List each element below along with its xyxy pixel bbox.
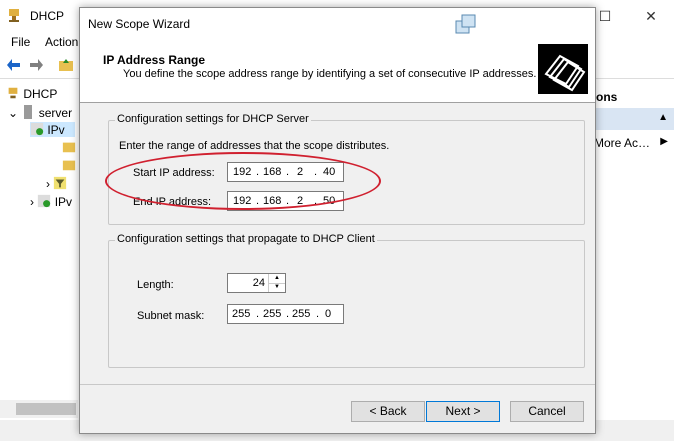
folder-icon[interactable] — [62, 140, 76, 154]
tree-label-server: server — [38, 106, 73, 120]
next-button[interactable]: Next > — [426, 401, 500, 422]
server-group-legend: Configuration settings for DHCP Server — [115, 113, 311, 125]
range-instruction: Enter the range of addresses that the sc… — [119, 140, 390, 152]
start-ip-octet-3: 2 — [297, 166, 304, 178]
back-button[interactable]: < Back — [351, 401, 425, 422]
start-ip-octet-2: 168 — [263, 166, 282, 178]
ipv6-node-icon — [38, 194, 51, 208]
more-actions-label: More Ac… — [594, 136, 651, 150]
dot: . — [314, 195, 318, 207]
cancel-button[interactable]: Cancel — [510, 401, 584, 422]
end-ip-octet-4: 50 — [323, 195, 336, 207]
dhcp-window-title: DHCP — [30, 9, 65, 23]
ipv4-node-icon — [30, 122, 44, 136]
length-value: 24 — [252, 277, 265, 289]
page-subtitle: You define the scope address range by id… — [123, 68, 537, 80]
page-title: IP Address Range — [103, 53, 206, 67]
dot: . — [256, 308, 260, 320]
console-tree: DHCP ⌄ server IPv › › IPv — [0, 80, 78, 410]
tree-item-ipv4[interactable]: IPv — [30, 122, 75, 137]
start-ip-octet-4: 40 — [323, 166, 336, 178]
chevron-down-icon[interactable]: ⌄ — [8, 106, 18, 120]
mask-octet-2: 255 — [263, 308, 282, 320]
client-settings-group: Configuration settings that propagate to… — [108, 233, 585, 368]
actions-pane-header: ons — [596, 90, 618, 104]
server-icon — [24, 105, 33, 119]
tree-item-scope[interactable]: › — [46, 176, 67, 191]
actions-pane-selected-item[interactable]: ▲ — [594, 108, 674, 130]
length-label: Length: — [137, 279, 174, 291]
menu-action[interactable]: Action — [45, 35, 78, 49]
wizard-header: IP Address Range You define the scope ad… — [80, 39, 595, 103]
footer-divider — [80, 384, 595, 385]
end-ip-octet-1: 192 — [233, 195, 252, 207]
end-ip-label: End IP address: — [133, 196, 212, 208]
start-ip-octet-1: 192 — [233, 166, 252, 178]
length-spin-buttons: ▲ ▼ — [268, 274, 285, 292]
mask-octet-1: 255 — [232, 308, 251, 320]
dot: . — [286, 308, 290, 320]
dot: . — [256, 166, 260, 178]
folders-wizard-icon — [538, 44, 588, 94]
folder-icon[interactable] — [62, 158, 76, 172]
tree-label-dhcp: DHCP — [23, 87, 58, 101]
new-scope-wizard-dialog: New Scope Wizard IP Address Range You de… — [79, 7, 596, 434]
menu-file[interactable]: File — [11, 35, 30, 49]
tree-label-ipv4: IPv — [47, 123, 65, 137]
end-ip-octet-3: 2 — [297, 195, 304, 207]
dot: . — [286, 195, 290, 207]
length-spinner[interactable]: 24 ▲ ▼ — [227, 273, 286, 293]
chevron-right-icon[interactable]: › — [30, 195, 34, 209]
start-ip-input[interactable]: 192 . 168 . 2 . 40 — [227, 162, 344, 182]
dot: . — [316, 308, 320, 320]
end-ip-octet-2: 168 — [263, 195, 282, 207]
subnet-mask-input[interactable]: 255 . 255 . 255 . 0 — [227, 304, 344, 324]
spin-down-icon[interactable]: ▼ — [269, 283, 285, 292]
close-window-icon[interactable]: ✕ — [628, 0, 674, 32]
collapse-up-icon[interactable]: ▲ — [658, 112, 668, 123]
tree-item-server[interactable]: ⌄ server — [8, 104, 72, 120]
wizard-titlebar: New Scope Wizard — [80, 8, 595, 39]
more-actions-item[interactable]: More Ac… ▶ — [594, 136, 674, 150]
dot: . — [314, 166, 318, 178]
filter-icon — [54, 176, 67, 190]
tree-horizontal-scrollbar[interactable] — [0, 400, 78, 418]
subnet-mask-label: Subnet mask: — [137, 310, 205, 322]
forward-arrow-icon[interactable] — [28, 57, 44, 73]
restore-windows-icon — [455, 14, 476, 34]
dhcp-trophy-icon — [8, 87, 18, 99]
tree-item-ipv6[interactable]: › IPv — [30, 194, 72, 209]
end-ip-input[interactable]: 192 . 168 . 2 . 50 — [227, 191, 344, 211]
chevron-right-icon[interactable]: › — [46, 177, 50, 191]
back-arrow-icon[interactable] — [6, 57, 22, 73]
tree-item-dhcp[interactable]: DHCP — [6, 86, 57, 101]
tree-label-ipv6: IPv — [54, 195, 73, 209]
up-folder-icon[interactable] — [58, 57, 74, 73]
scrollbar-thumb[interactable] — [16, 403, 76, 415]
start-ip-label: Start IP address: — [133, 167, 215, 179]
submenu-arrow-icon: ▶ — [660, 136, 668, 147]
client-group-legend: Configuration settings that propagate to… — [115, 233, 377, 245]
server-settings-group: Configuration settings for DHCP Server E… — [108, 113, 585, 225]
mask-octet-4: 0 — [325, 308, 332, 320]
dhcp-app-icon — [9, 9, 19, 22]
dot: . — [256, 195, 260, 207]
mask-octet-3: 255 — [292, 308, 311, 320]
wizard-title: New Scope Wizard — [88, 17, 191, 31]
dot: . — [286, 166, 290, 178]
